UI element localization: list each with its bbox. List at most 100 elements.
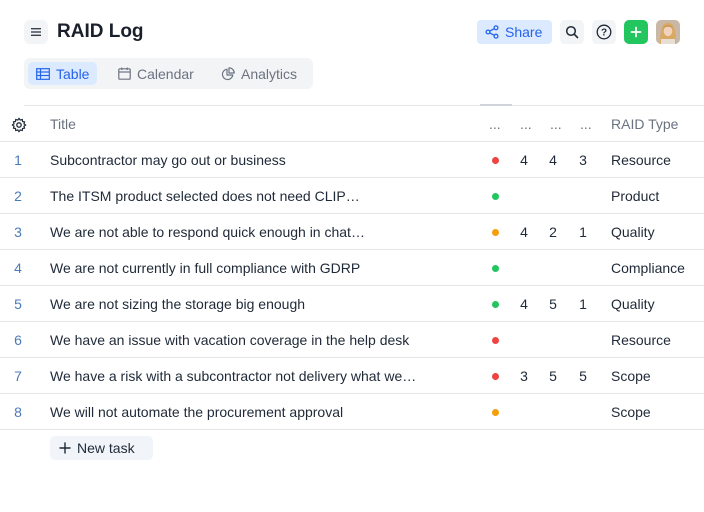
raid-type-cell[interactable]: Scope [611,358,704,394]
value-cell-2[interactable] [541,394,565,430]
status-cell[interactable] [491,250,501,286]
task-title[interactable]: We are not currently in full compliance … [50,250,450,286]
tab-analytics[interactable]: Analytics [213,62,305,85]
value-cell-2[interactable]: 4 [541,142,565,178]
calendar-icon [118,67,131,80]
row-number: 3 [14,224,22,240]
tab-table-label: Table [56,65,90,82]
status-dot [492,301,499,308]
value-cell-3[interactable]: 1 [571,214,595,250]
column-header-3[interactable]: ... [550,106,570,142]
table-row[interactable]: 1 Subcontractor may go out or business 4 4 3… [0,142,704,178]
task-title[interactable]: We will not automate the procurement app… [50,394,450,430]
row-divider [0,429,704,430]
new-task-button[interactable]: New task [50,436,153,460]
value-cell-2[interactable] [541,178,565,214]
status-dot [492,193,499,200]
status-cell[interactable] [491,394,501,430]
column-header-4[interactable]: ... [580,106,600,142]
value-cell-2[interactable] [541,250,565,286]
page-title: RAID Log [57,21,144,42]
menu-button[interactable] [24,20,48,44]
column-header-title[interactable]: Title [50,106,450,142]
row-number: 7 [14,368,22,384]
value-cell-3[interactable] [571,250,595,286]
task-title[interactable]: Subcontractor may go out or business [50,142,450,178]
task-title[interactable]: The ITSM product selected does not need … [50,178,450,214]
value-cell-3[interactable]: 3 [571,142,595,178]
status-cell[interactable] [491,178,501,214]
raid-type-cell[interactable]: Scope [611,394,704,430]
value-cell-2[interactable]: 5 [541,286,565,322]
value-cell-1[interactable] [512,178,536,214]
status-cell[interactable] [491,358,501,394]
raid-type-cell[interactable]: Compliance [611,250,704,286]
table-row[interactable]: 5 We are not sizing the storage big enoug… [0,286,704,322]
raid-type-cell[interactable]: Resource [611,322,704,358]
help-icon: ? [596,24,612,40]
row-number: 5 [14,296,22,312]
column-header-raid-type[interactable]: RAID Type [611,106,704,142]
add-button[interactable] [624,20,648,44]
value-cell-2[interactable] [541,322,565,358]
value-cell-3[interactable]: 5 [571,358,595,394]
raid-type-cell[interactable]: Product [611,178,704,214]
table-row[interactable]: 8 We will not automate the procurement ap… [0,394,704,430]
hamburger-icon [31,28,41,36]
value-cell-1[interactable]: 4 [512,142,536,178]
table-row[interactable]: 3 We are not able to respond quick enough… [0,214,704,250]
value-cell-1[interactable]: 4 [512,214,536,250]
status-cell[interactable] [491,322,501,358]
tab-analytics-label: Analytics [241,65,298,82]
value-cell-1[interactable] [512,394,536,430]
table-row[interactable]: 7 We have a risk with a subcontractor not… [0,358,704,394]
table-row[interactable]: 2 The ITSM product selected does not need… [0,178,704,214]
row-number: 1 [14,152,22,168]
raid-type-cell[interactable]: Quality [611,214,704,250]
column-header-status[interactable]: ... [489,106,509,142]
tab-table[interactable]: Table [28,62,98,85]
row-number: 6 [14,332,22,348]
status-cell[interactable] [491,286,501,322]
table-settings-button[interactable] [11,117,27,133]
share-button[interactable]: Share [477,20,552,44]
analytics-icon [221,66,235,80]
task-title[interactable]: We are not able to respond quick enough … [50,214,450,250]
share-icon [485,25,499,39]
help-button[interactable]: ? [592,20,616,44]
value-cell-3[interactable] [571,178,595,214]
raid-type-cell[interactable]: Quality [611,286,704,322]
status-dot [492,157,499,164]
value-cell-2[interactable]: 2 [541,214,565,250]
value-cell-1[interactable]: 3 [512,358,536,394]
task-title[interactable]: We have an issue with vacation coverage … [50,322,450,358]
value-cell-1[interactable]: 4 [512,286,536,322]
column-header-2[interactable]: ... [520,106,540,142]
user-avatar[interactable] [656,20,680,44]
table-row[interactable]: 4 We are not currently in full compliance… [0,250,704,286]
value-cell-1[interactable] [512,322,536,358]
raid-type-cell[interactable]: Resource [611,142,704,178]
value-cell-3[interactable] [571,322,595,358]
search-button[interactable] [560,20,584,44]
status-cell[interactable] [491,214,501,250]
value-cell-2[interactable]: 5 [541,358,565,394]
gear-icon [11,117,27,133]
status-dot [492,373,499,380]
value-cell-3[interactable]: 1 [571,286,595,322]
value-cell-3[interactable] [571,394,595,430]
row-number: 4 [14,260,22,276]
view-tabs: Table Calendar Analytics [24,58,313,89]
value-cell-1[interactable] [512,250,536,286]
plus-icon [59,442,71,454]
row-number: 2 [14,188,22,204]
tab-calendar-label: Calendar [137,65,194,82]
plus-icon [630,26,642,38]
task-title[interactable]: We have a risk with a subcontractor not … [50,358,450,394]
header: RAID Log Share ? [0,0,704,62]
task-title[interactable]: We are not sizing the storage big enough [50,286,450,322]
tab-calendar[interactable]: Calendar [110,62,202,85]
status-cell[interactable] [491,142,501,178]
status-dot [492,337,499,344]
table-row[interactable]: 6 We have an issue with vacation coverage… [0,322,704,358]
